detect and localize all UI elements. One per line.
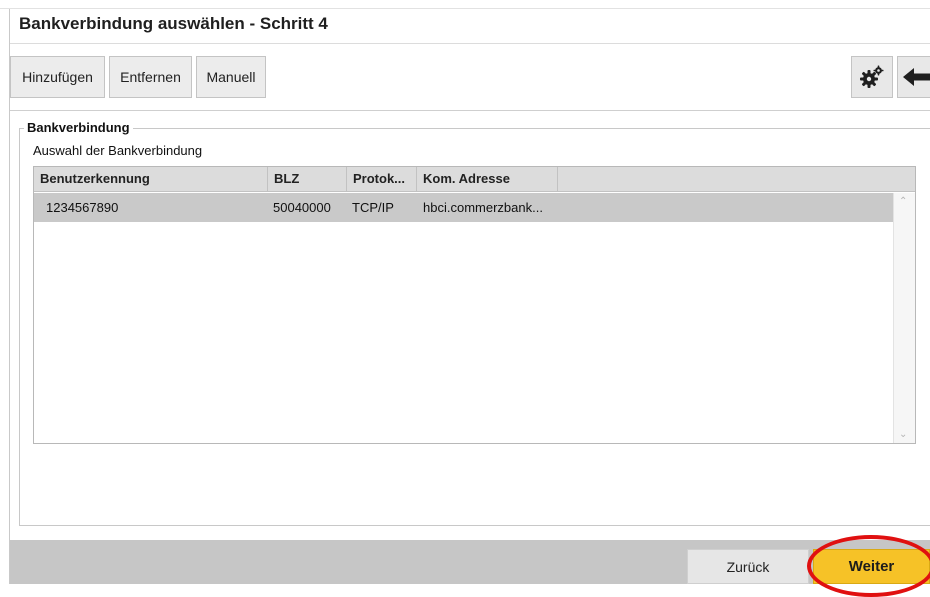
next-button[interactable]: Weiter xyxy=(813,549,930,584)
vertical-scrollbar[interactable]: ⌃ ⌄ xyxy=(893,193,915,443)
table-header: Benutzerkennung BLZ Protok... Kom. Adres… xyxy=(34,167,915,192)
column-header-protocol[interactable]: Protok... xyxy=(347,167,417,191)
cell-user-id: 1234567890 xyxy=(46,200,119,215)
bank-connection-table: Benutzerkennung BLZ Protok... Kom. Adres… xyxy=(33,166,916,444)
cell-address: hbci.commerzbank... xyxy=(423,200,543,215)
cell-protocol: TCP/IP xyxy=(352,200,394,215)
back-button[interactable]: Zurück xyxy=(687,549,809,584)
toolbar-divider xyxy=(10,110,930,111)
manual-button[interactable]: Manuell xyxy=(196,56,266,98)
add-button[interactable]: Hinzufügen xyxy=(10,56,105,98)
scroll-up-icon[interactable]: ⌃ xyxy=(899,196,907,207)
scroll-down-icon[interactable]: ⌄ xyxy=(899,429,907,440)
group-legend: Bankverbindung xyxy=(24,120,133,135)
remove-button[interactable]: Entfernen xyxy=(109,56,192,98)
column-header-blz[interactable]: BLZ xyxy=(268,167,347,191)
window-top-border xyxy=(0,0,930,9)
gear-icon xyxy=(860,65,884,88)
cell-blz: 50040000 xyxy=(273,200,331,215)
column-header-address[interactable]: Kom. Adresse xyxy=(417,167,558,191)
group-description: Auswahl der Bankverbindung xyxy=(33,143,203,158)
table-row[interactable]: 1234567890 50040000 TCP/IP hbci.commerzb… xyxy=(34,193,893,222)
back-arrow-button[interactable] xyxy=(897,56,930,98)
page-title: Bankverbindung auswählen - Schritt 4 xyxy=(19,14,328,33)
column-header-user-id[interactable]: Benutzerkennung xyxy=(34,167,268,191)
arrow-left-icon xyxy=(903,68,930,86)
settings-button[interactable] xyxy=(851,56,893,98)
